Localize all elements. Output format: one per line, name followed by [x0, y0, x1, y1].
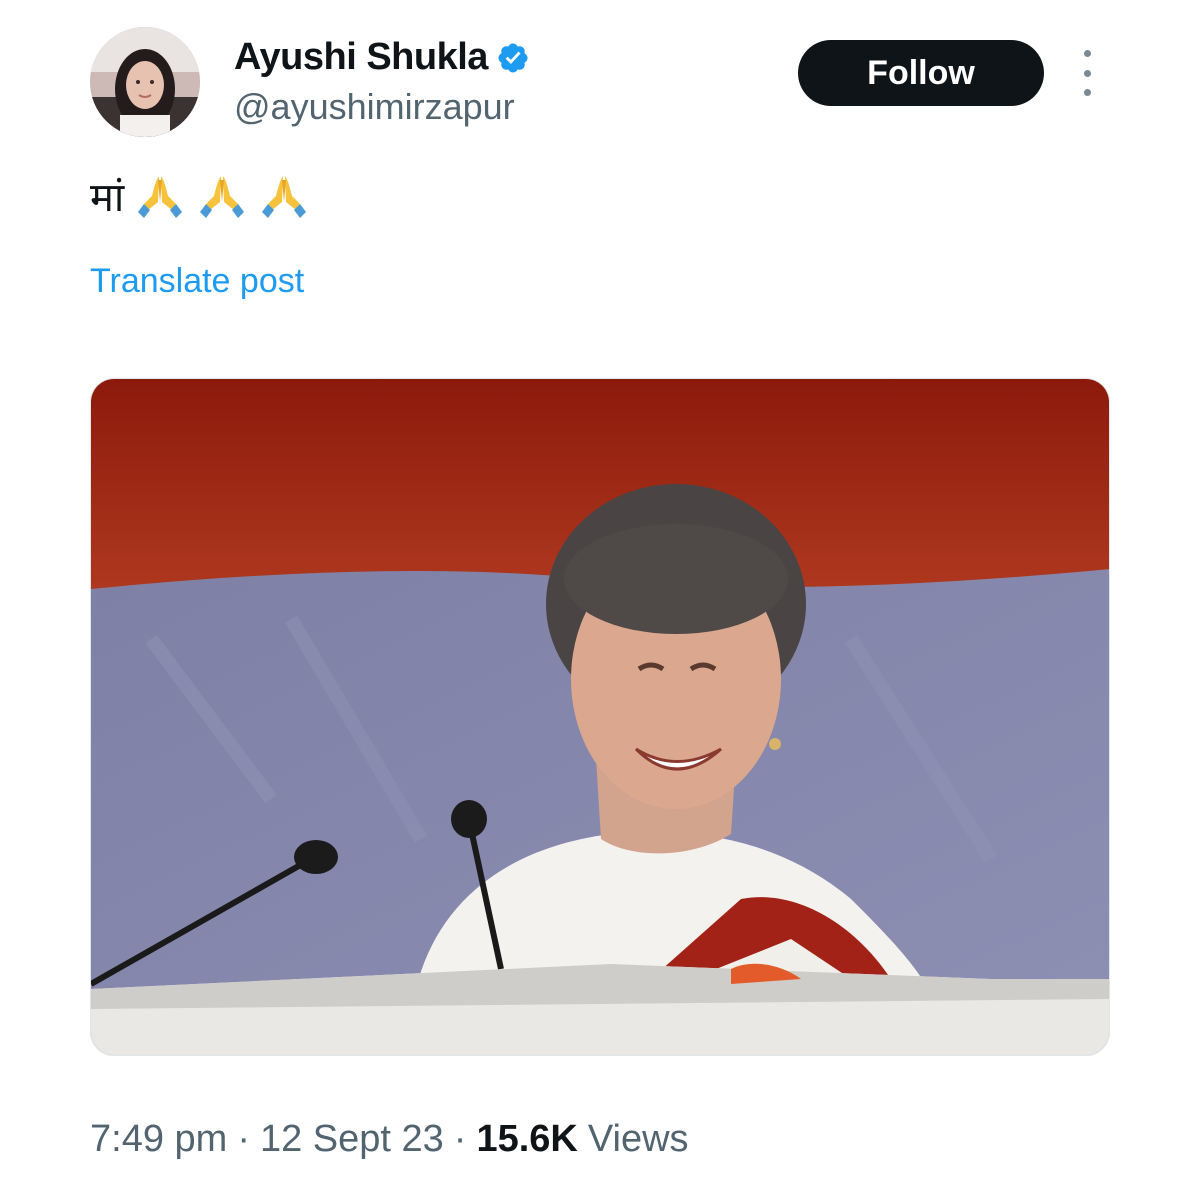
- author-handle[interactable]: @ayushimirzapur: [234, 86, 515, 128]
- avatar-image: [90, 27, 200, 137]
- tweet-meta: 7:49 pm · 12 Sept 23 · 15.6K Views: [90, 1118, 689, 1161]
- tweet-text: मां: [90, 168, 310, 223]
- views-count: 15.6K: [476, 1118, 578, 1160]
- dot: [1083, 69, 1091, 77]
- tweet-date[interactable]: 12 Sept 23: [260, 1118, 444, 1161]
- tweet-time[interactable]: 7:49 pm: [90, 1118, 227, 1161]
- tweet-detail: Ayushi Shukla @ayushimirzapur Follow मां: [0, 0, 1200, 1200]
- folded-hands-icon: [134, 170, 186, 222]
- dot: [1083, 50, 1091, 57]
- translate-post-link[interactable]: Translate post: [90, 262, 304, 301]
- views-label: Views: [587, 1118, 689, 1160]
- author-display-name[interactable]: Ayushi Shukla: [234, 36, 488, 79]
- tweet-photo[interactable]: [90, 378, 1110, 1056]
- avatar[interactable]: [90, 27, 200, 137]
- meta-separator: ·: [453, 1118, 467, 1160]
- tweet-text-body: मां: [90, 175, 125, 221]
- meta-separator: ·: [237, 1118, 250, 1160]
- dot: [1083, 89, 1091, 96]
- folded-hands-icon: [196, 170, 248, 222]
- folded-hands-icon: [258, 170, 310, 222]
- photo-image: [91, 379, 1109, 1055]
- more-vertical-icon[interactable]: [1072, 50, 1102, 96]
- author-name-row[interactable]: Ayushi Shukla: [234, 36, 530, 79]
- follow-button[interactable]: Follow: [798, 40, 1044, 106]
- verified-badge-icon: [496, 41, 530, 75]
